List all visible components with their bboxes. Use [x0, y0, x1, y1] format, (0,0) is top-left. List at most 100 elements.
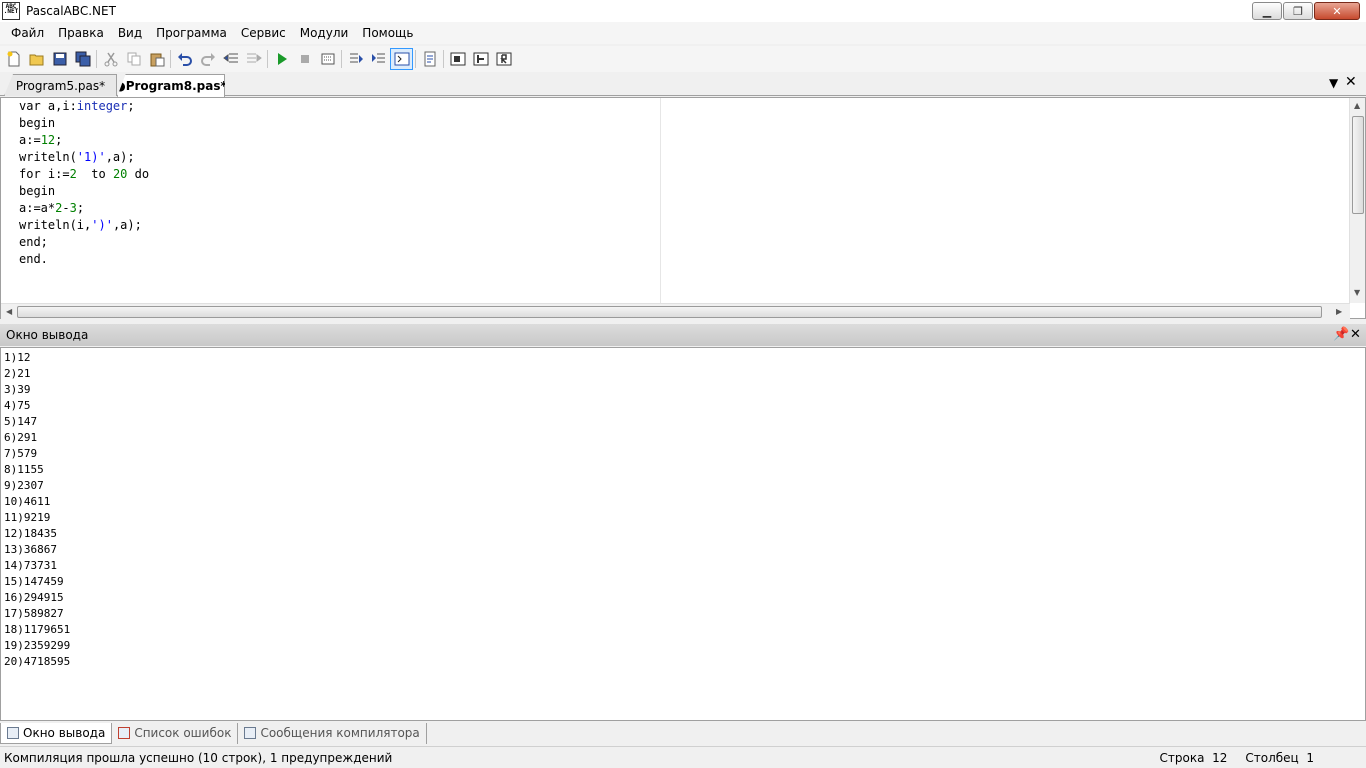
status-message: Компиляция прошла успешно (10 строк), 1 …: [4, 750, 393, 765]
maximize-button[interactable]: ❐: [1283, 2, 1313, 20]
menu-edit[interactable]: Правка: [51, 26, 111, 40]
code-line[interactable]: begin: [19, 115, 55, 132]
menu-modules[interactable]: Модули: [293, 26, 356, 40]
code-line[interactable]: a:=a*2-3;: [19, 200, 84, 217]
code-line[interactable]: writeln(i,')',a);: [19, 217, 142, 234]
scroll-left-icon[interactable]: ◀: [6, 307, 12, 316]
code-token: to: [76, 167, 113, 181]
save-all-button[interactable]: [71, 48, 94, 70]
step-into-button[interactable]: [344, 48, 367, 70]
editor-vertical-scrollbar[interactable]: ▲ ▼: [1349, 98, 1365, 303]
tab-error-list-label: Список ошибок: [134, 726, 232, 740]
reference-icon: [496, 52, 511, 66]
toolbar-separator: [415, 50, 416, 68]
output-line: 1)12: [4, 351, 31, 364]
vertical-scroll-thumb[interactable]: [1352, 116, 1364, 214]
code-token: for i:=: [19, 167, 70, 181]
code-area[interactable]: var a,i:integer; begin a:=12; writeln('1)',…: [1, 98, 1350, 303]
output-line: 16)294915: [4, 591, 64, 604]
scroll-right-icon[interactable]: ▶: [1336, 307, 1342, 316]
menu-bar: Файл Правка Вид Программа Сервис Модули …: [0, 22, 1366, 44]
output-line: 19)2359299: [4, 639, 71, 652]
tab-program5[interactable]: Program5.pas*: [4, 74, 117, 96]
output-line: 18)1179651: [4, 623, 71, 636]
tab-output-window[interactable]: Окно вывода: [0, 722, 113, 744]
cut-button[interactable]: [99, 48, 122, 70]
right-margin-line: [660, 98, 661, 303]
module-button[interactable]: [446, 48, 469, 70]
output-window-icon: [7, 726, 19, 739]
output-line: 11)9219: [4, 511, 51, 524]
indent-button[interactable]: [242, 48, 265, 70]
code-token: ;: [55, 133, 63, 147]
open-button[interactable]: [25, 48, 48, 70]
output-line: 10)4611: [4, 495, 51, 508]
column-label: Столбец: [1245, 751, 1299, 765]
toolbar: [0, 46, 1366, 72]
format-button[interactable]: [418, 48, 441, 70]
run-button[interactable]: [270, 48, 293, 70]
code-token: ,a);: [112, 218, 142, 232]
code-line[interactable]: begin: [19, 183, 55, 200]
output-line: 15)147459: [4, 575, 64, 588]
output-window-button[interactable]: [390, 48, 413, 70]
minimize-button[interactable]: ▁: [1252, 2, 1282, 20]
code-token: ')': [91, 218, 113, 232]
code-line[interactable]: var a,i:integer;: [19, 98, 135, 115]
output-line: 12)18435: [4, 527, 57, 540]
paste-button[interactable]: [145, 48, 168, 70]
compile-button[interactable]: [316, 48, 339, 70]
code-line[interactable]: for i:=2 to 20 do: [19, 166, 149, 183]
close-output-button[interactable]: ✕: [1350, 327, 1361, 342]
menu-view[interactable]: Вид: [111, 26, 149, 40]
editor-horizontal-scrollbar[interactable]: ◀ ▶: [1, 303, 1350, 319]
menu-service[interactable]: Сервис: [234, 26, 293, 40]
output-line: 7)579: [4, 447, 38, 460]
code-line[interactable]: end.: [19, 251, 48, 268]
column-value: 1: [1306, 751, 1314, 765]
output-window[interactable]: 1)12 2)21 3)39 4)75 5)147 6)291 7)579 8)1155 9)2…: [0, 347, 1366, 721]
title-bar: ABC .NET PascalABC.NET ▁ ❐ ✕: [0, 0, 1366, 22]
debug-button[interactable]: [469, 48, 492, 70]
scroll-down-icon[interactable]: ▼: [1354, 288, 1360, 297]
redo-button[interactable]: [196, 48, 219, 70]
step-over-button[interactable]: [367, 48, 390, 70]
close-window-button[interactable]: ✕: [1314, 2, 1360, 20]
output-panel-title: Окно вывода: [6, 328, 89, 342]
code-editor[interactable]: var a,i:integer; begin a:=12; writeln('1)',…: [0, 97, 1366, 319]
close-tab-button[interactable]: ✕: [1345, 74, 1357, 90]
code-line[interactable]: a:=12;: [19, 132, 62, 149]
code-token: -: [62, 201, 70, 215]
code-token: ,a);: [105, 150, 135, 164]
tab-program8[interactable]: ●Program8.pas*: [117, 74, 225, 97]
menu-help[interactable]: Помощь: [355, 26, 420, 40]
copy-button[interactable]: [122, 48, 145, 70]
menu-program[interactable]: Программа: [149, 26, 234, 40]
save-all-icon: [75, 51, 90, 67]
new-file-button[interactable]: [2, 48, 25, 70]
output-line: 8)1155: [4, 463, 44, 476]
horizontal-scroll-thumb[interactable]: [17, 306, 1322, 318]
code-token: integer: [76, 99, 128, 113]
tab-compiler-messages[interactable]: Сообщения компилятора: [238, 722, 427, 744]
scroll-up-icon[interactable]: ▲: [1354, 101, 1360, 110]
module-icon: [450, 52, 465, 66]
stop-button[interactable]: [293, 48, 316, 70]
code-token: a:=a*: [19, 201, 56, 215]
code-line[interactable]: end;: [19, 234, 48, 251]
cut-icon: [104, 52, 117, 67]
unindent-button[interactable]: [219, 48, 242, 70]
undo-button[interactable]: [173, 48, 196, 70]
code-line[interactable]: writeln('1)',a);: [19, 149, 135, 166]
tab-list-dropdown[interactable]: ▼: [1329, 76, 1338, 90]
close-icon: ✕: [1345, 74, 1357, 90]
code-token: begin: [19, 184, 56, 198]
save-button[interactable]: [48, 48, 71, 70]
toolbar-separator: [443, 50, 444, 68]
output-line: 5)147: [4, 415, 38, 428]
pin-button[interactable]: 📌: [1333, 327, 1349, 342]
reference-button[interactable]: [492, 48, 515, 70]
tab-error-list[interactable]: Список ошибок: [112, 722, 239, 744]
code-token: '1)': [76, 150, 106, 164]
menu-file[interactable]: Файл: [4, 26, 51, 40]
